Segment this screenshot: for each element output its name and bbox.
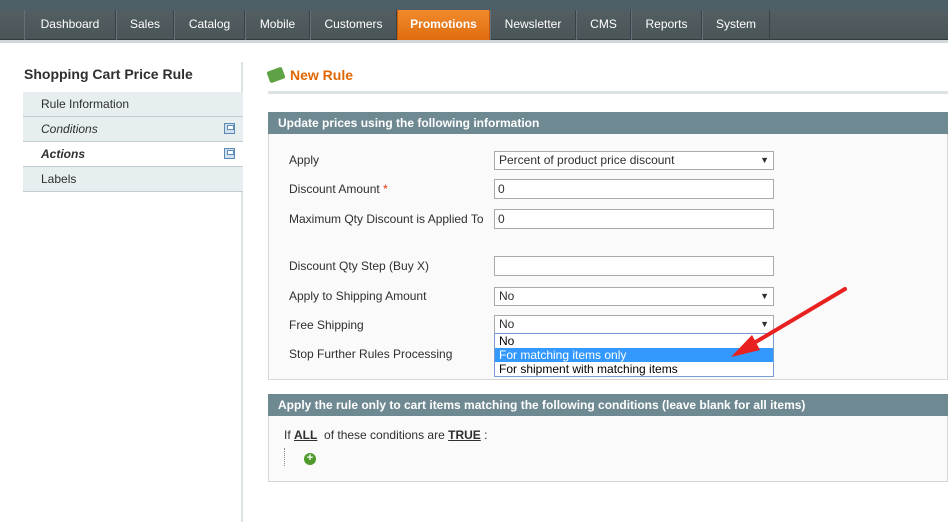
conditions-suffix: : (484, 428, 488, 442)
aggregator-toggle[interactable]: ALL (294, 428, 317, 442)
conditions-middle: of these conditions are (324, 428, 445, 442)
conditions-prefix: If (284, 428, 291, 442)
conditions-fieldset (268, 416, 948, 482)
conditions-section-header: Apply the rule only to cart items matchi… (268, 394, 948, 416)
add-condition-icon[interactable]: + (304, 453, 316, 465)
value-toggle[interactable]: TRUE (448, 428, 481, 442)
conditions-statement: If ALL of these conditions are TRUE : (284, 428, 487, 442)
tree-connector (284, 448, 285, 466)
